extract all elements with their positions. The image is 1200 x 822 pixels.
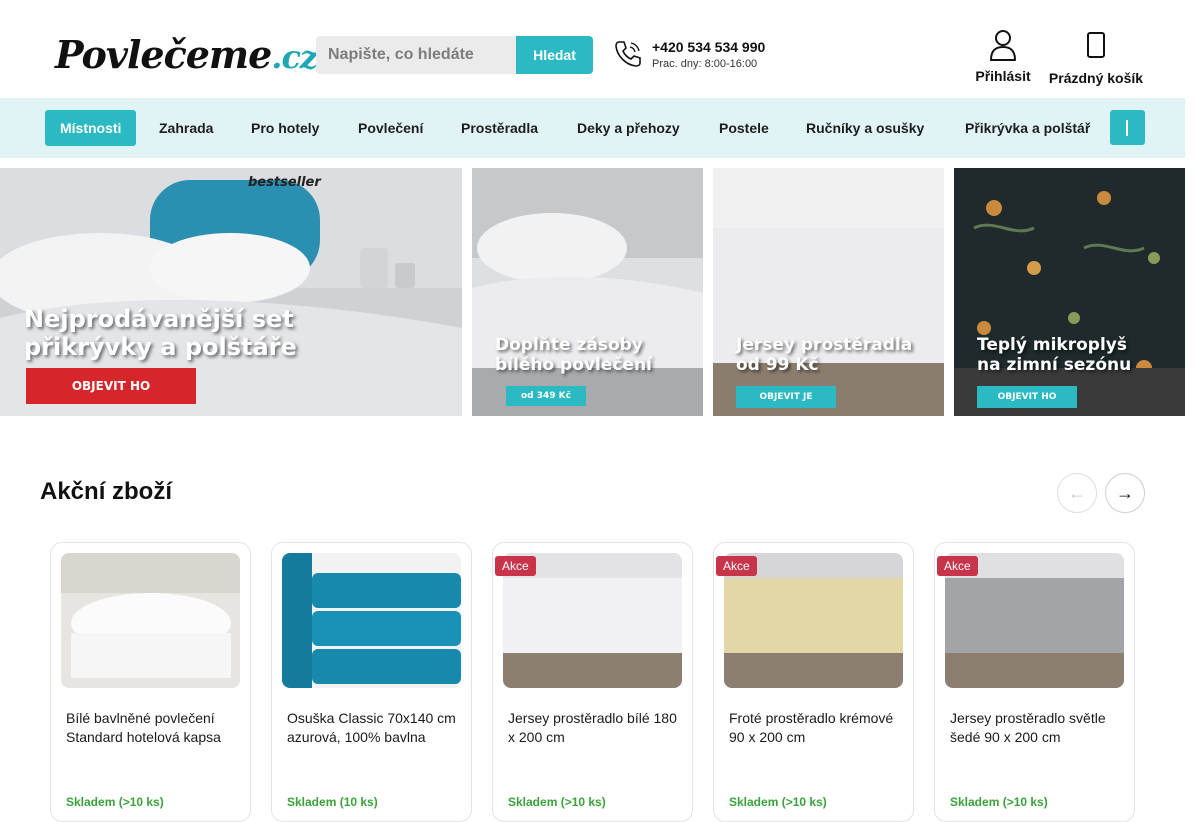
carousel-prev-button[interactable]: ← [1057,473,1097,513]
section-title: Akční zboží [40,478,173,505]
nav-item-postele[interactable]: Postele [719,110,769,146]
product-image[interactable] [61,553,240,688]
phone-number[interactable]: +420 534 534 990 [652,39,765,55]
product-card[interactable]: Osuška Classic 70x140 cm azurová, 100% b… [271,542,472,822]
nav-item-povleceni[interactable]: Povlečení [358,110,423,146]
banner-4-button[interactable]: OBJEVIT HO [977,386,1077,408]
product-name[interactable]: Froté prostěradlo krémové 90 x 200 cm [729,709,904,747]
banner-3-title-line2: od 99 Kč [736,355,819,375]
product-stock: Skladem (>10 ks) [508,795,606,809]
product-stock: Skladem (>10 ks) [729,795,827,809]
banner-2-title-line2: bílého povlečení [495,355,652,375]
banner-bed-image [954,168,1185,416]
product-stock: Skladem (>10 ks) [66,795,164,809]
sale-badge: Akce [716,556,757,576]
site-logo[interactable]: Povlečeme.cz [55,30,318,80]
search-input[interactable] [316,36,516,74]
main-nav: Místnosti Zahrada Pro hotely Povlečení P… [0,98,1185,158]
cart-button[interactable]: Prázdný košík [1046,30,1146,88]
banner-bestseller[interactable]: bestseller Nejprodávanější set přikrývky… [0,168,462,416]
phone-contact[interactable]: +420 534 534 990 Prac. dny: 8:00-16:00 [612,38,765,70]
cart-label: Prázdný košík [1048,70,1144,86]
phone-icon [615,41,641,67]
product-image[interactable] [282,553,461,688]
bestseller-tag: bestseller [248,175,321,190]
nav-item-rucniky-a-osusky[interactable]: Ručníky a osušky [806,110,924,146]
more-icon[interactable] [1110,110,1145,145]
banner-2-price: od 349 Kč [506,386,586,406]
product-card[interactable]: Akce Jersey prostěradlo světle šedé 90 x… [934,542,1135,822]
nav-item-deky-a-prehozy[interactable]: Deky a přehozy [577,110,680,146]
nav-item-mistnosti[interactable]: Místnosti [45,110,137,146]
banner-bed-image [713,168,944,416]
logo-tld: .cz [271,38,318,76]
product-name[interactable]: Jersey prostěradlo světle šedé 90 x 200 … [950,709,1125,747]
header: Povlečeme.cz Hledat +420 534 534 990 Pra… [0,0,1185,98]
sale-badge: Akce [495,556,536,576]
user-icon [990,30,1016,61]
banner-white-bedding[interactable]: Doplňte zásoby bílého povlečení od 349 K… [472,168,703,416]
product-card[interactable]: Bílé bavlněné povlečení Standard hotelov… [50,542,251,822]
banner-jersey[interactable]: Jersey prostěradla od 99 Kč OBJEVIT JE [713,168,944,416]
nav-item-zahrada[interactable]: Zahrada [159,110,213,146]
banner-1-title-line2: přikrývky a polštáře [24,333,297,361]
nav-item-prikryvka-a-polstar[interactable]: Přikrývka a polštář [965,110,1090,146]
banner-1-button[interactable]: OBJEVIT HO [26,368,196,404]
search-form: Hledat [316,36,593,74]
banner-microplush[interactable]: Teplý mikroplyš na zimní sezónu OBJEVIT … [954,168,1185,416]
banner-bed-image [472,168,703,416]
nav-item-prosteradla[interactable]: Prostěradla [461,110,538,146]
product-name[interactable]: Osuška Classic 70x140 cm azurová, 100% b… [287,709,462,747]
login-label: Přihlásit [975,68,1031,84]
product-name[interactable]: Bílé bavlněné povlečení Standard hotelov… [66,709,241,747]
product-stock: Skladem (10 ks) [287,795,378,809]
banner-1-title-line1: Nejprodávanější set [24,305,294,333]
banner-4-title-line2: na zimní sezónu [977,355,1132,375]
product-card[interactable]: Akce Froté prostěradlo krémové 90 x 200 … [713,542,914,822]
logo-main: Povlečeme [55,32,272,77]
nav-item-pro-hotely[interactable]: Pro hotely [251,110,319,146]
banner-3-title-line1: Jersey prostěradla [736,335,913,355]
sale-badge: Akce [937,556,978,576]
banner-4-title-line1: Teplý mikroplyš [977,335,1127,355]
banner-3-button[interactable]: OBJEVIT JE [736,386,836,408]
login-button[interactable]: Přihlásit [972,28,1034,86]
carousel-next-button[interactable]: → [1105,473,1145,513]
product-name[interactable]: Jersey prostěradlo bílé 180 x 200 cm [508,709,683,747]
product-card[interactable]: Akce Jersey prostěradlo bílé 180 x 200 c… [492,542,693,822]
banner-2-title-line1: Doplňte zásoby [495,335,643,355]
phone-hours: Prac. dny: 8:00-16:00 [652,57,758,70]
search-button[interactable]: Hledat [516,36,593,74]
cart-icon [1046,30,1146,64]
product-stock: Skladem (>10 ks) [950,795,1048,809]
